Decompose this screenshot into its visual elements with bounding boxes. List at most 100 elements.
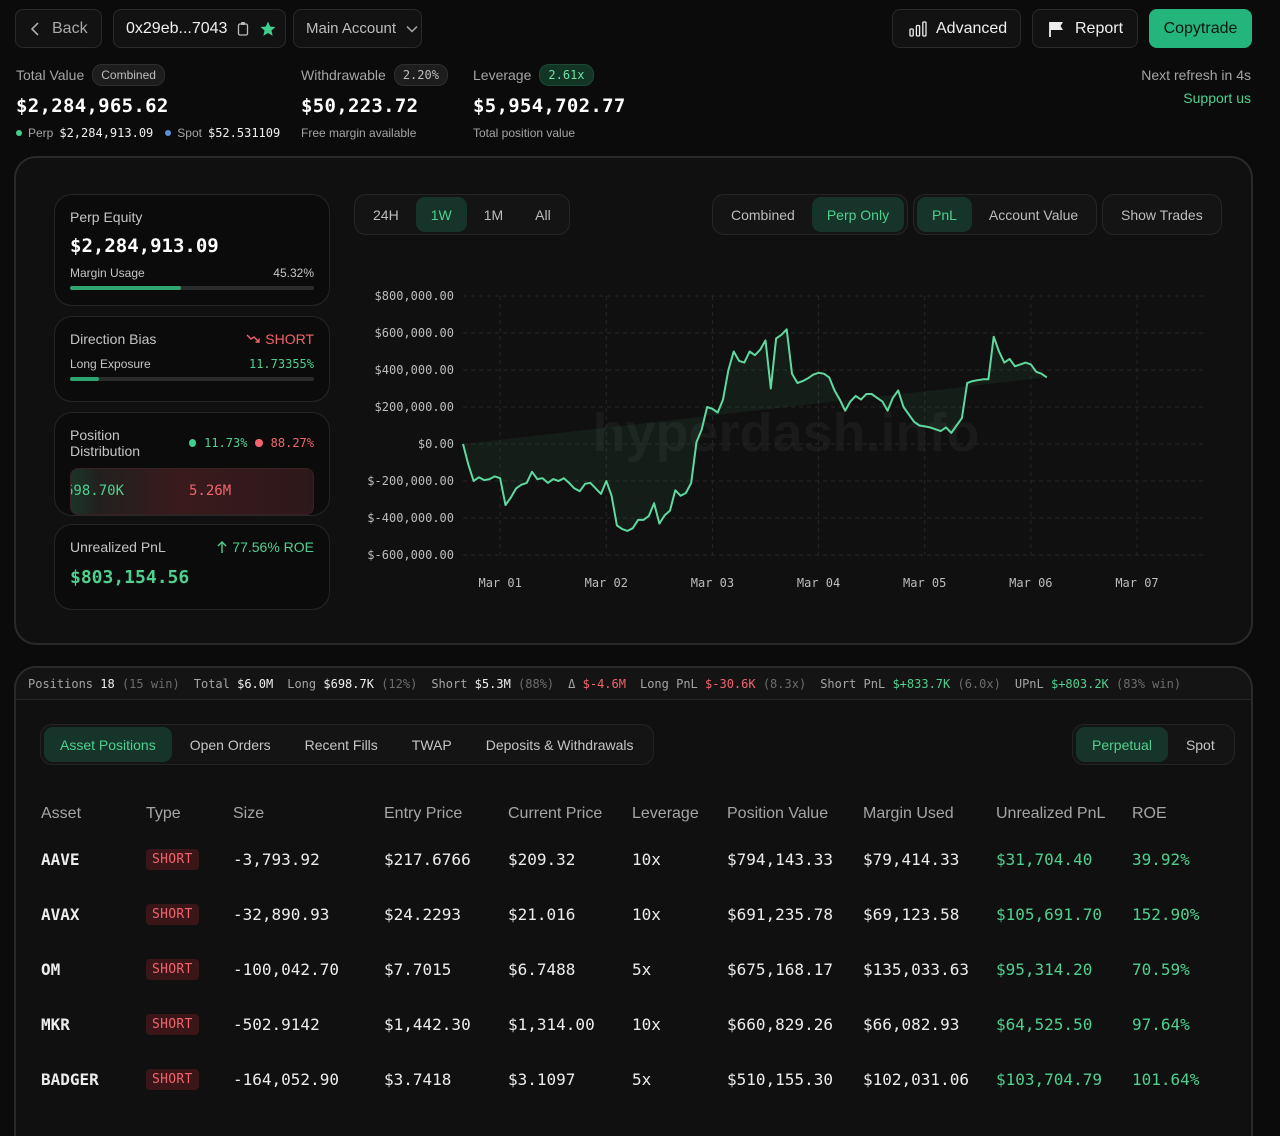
table-cell: $1,442.30 — [384, 1015, 471, 1034]
copy-icon[interactable] — [237, 21, 249, 36]
table-cell: $675,168.17 — [727, 960, 833, 979]
long-label: Long — [287, 676, 317, 691]
tab-twap[interactable]: TWAP — [396, 727, 468, 762]
x-tick-label: Mar 04 — [797, 576, 840, 590]
y-tick-label: $-400,000.00 — [367, 511, 454, 525]
column-header[interactable]: Leverage — [632, 796, 727, 832]
type-cell: SHORT — [146, 887, 233, 942]
column-header[interactable]: Asset — [41, 796, 146, 832]
table-cell: $69,123.58 — [863, 905, 960, 924]
table-row[interactable]: BADGER SHORT -164,052.90 $3.7418 $3.1097 5x $5… — [41, 1052, 1212, 1107]
table-row[interactable]: MKR SHORT -502.9142 $1,442.30 $1,314.00 10x $6… — [41, 997, 1212, 1052]
refresh-countdown: Next refresh in 4s — [1141, 67, 1251, 83]
table-cell: $3.7418 — [384, 1070, 452, 1089]
table-cell: 152.90% — [1132, 905, 1200, 924]
short-pnl-value: $+833.7K — [892, 676, 951, 691]
table-cell: $31,704.40 — [996, 850, 1093, 869]
combined-pill: Combined — [92, 64, 165, 86]
leverage-label: Leverage — [473, 67, 532, 83]
table-cell: 10x — [632, 850, 661, 869]
tab-asset-positions[interactable]: Asset Positions — [44, 727, 172, 762]
chevron-down-icon — [406, 25, 418, 33]
positions-stats-bar: Positions 18 (15 win) Total $6.0M Long $… — [16, 668, 1251, 700]
flag-icon — [1049, 21, 1063, 37]
table-cell: $217.6766 — [384, 850, 471, 869]
asset-cell: MKR — [41, 1015, 70, 1034]
table-cell: $1,314.00 — [508, 1015, 595, 1034]
long-value: $698.7K — [323, 676, 374, 691]
account-select[interactable]: Main Account — [293, 9, 422, 48]
y-tick-label: $-600,000.00 — [367, 548, 454, 562]
table-cell: $66,082.93 — [863, 1015, 960, 1034]
tab-perpetual[interactable]: Perpetual — [1076, 727, 1168, 762]
tab-recent-fills[interactable]: Recent Fills — [289, 727, 394, 762]
copytrade-label: Copytrade — [1163, 19, 1238, 37]
column-header[interactable]: Entry Price — [384, 796, 508, 832]
type-cell: SHORT — [146, 1052, 233, 1107]
withdrawable-stat: Withdrawable 2.20% $50,223.72 Free margin… — [301, 64, 448, 140]
tab-deposits-withdrawals[interactable]: Deposits & Withdrawals — [470, 727, 650, 762]
column-header[interactable]: Type — [146, 796, 233, 832]
table-row[interactable]: OM SHORT -100,042.70 $7.7015 $6.7488 5x $675,1… — [41, 942, 1212, 997]
back-button[interactable]: Back — [15, 9, 102, 48]
column-header[interactable]: Unrealized PnL — [996, 796, 1132, 832]
long-pnl-label: Long PnL — [639, 676, 698, 691]
table-row[interactable]: AAVE SHORT -3,793.92 $217.6766 $209.32 10x $79… — [41, 832, 1212, 887]
long-pnl-ratio: (8.3x) — [762, 676, 807, 691]
positions-count: 18 — [100, 676, 115, 691]
short-badge: SHORT — [146, 959, 199, 980]
table-cell: 97.64% — [1132, 1015, 1190, 1034]
x-tick-label: Mar 02 — [585, 576, 628, 590]
table-cell: 10x — [632, 905, 661, 924]
table-cell: $64,525.50 — [996, 1015, 1093, 1034]
column-header[interactable]: Margin Used — [863, 796, 996, 832]
table-cell: 70.59% — [1132, 960, 1190, 979]
positions-label: Positions — [28, 676, 94, 691]
positions-panel: Positions 18 (15 win) Total $6.0M Long $… — [14, 666, 1253, 1136]
column-header[interactable]: Current Price — [508, 796, 632, 832]
bar-chart-icon — [909, 20, 927, 37]
long-pnl-value: $-30.6K — [705, 676, 756, 691]
x-tick-label: Mar 07 — [1115, 576, 1158, 590]
tab-spot[interactable]: Spot — [1170, 727, 1231, 762]
short-badge: SHORT — [146, 904, 199, 925]
table-cell: 39.92% — [1132, 850, 1190, 869]
x-tick-label: Mar 05 — [903, 576, 946, 590]
delta-value: $-4.6M — [582, 676, 626, 691]
short-share: (88%) — [518, 676, 555, 691]
y-tick-label: $0.00 — [418, 437, 454, 451]
pnl-chart: hyperdash.info $800,000.00$600,000.00$40… — [367, 289, 1206, 590]
table-cell: $3.1097 — [508, 1070, 576, 1089]
support-link[interactable]: Support us — [1183, 90, 1251, 106]
x-tick-label: Mar 03 — [691, 576, 734, 590]
column-header[interactable]: Size — [233, 796, 384, 832]
table-row[interactable]: AVAX SHORT -32,890.93 $24.2293 $21.016 10x $69… — [41, 887, 1212, 942]
star-icon[interactable] — [259, 20, 277, 38]
advanced-label: Advanced — [936, 19, 1008, 37]
y-tick-label: $200,000.00 — [375, 400, 454, 414]
y-tick-label: $600,000.00 — [375, 326, 454, 340]
delta-symbol: Δ — [568, 676, 576, 691]
short-pnl-ratio: (6.0x) — [957, 676, 1001, 691]
column-header[interactable]: ROE — [1132, 796, 1212, 832]
chevron-left-icon — [30, 21, 39, 36]
table-cell: -3,793.92 — [233, 850, 320, 869]
short-badge: SHORT — [146, 1069, 199, 1090]
x-tick-label: Mar 01 — [478, 576, 521, 590]
advanced-button[interactable]: Advanced — [892, 9, 1021, 48]
column-header[interactable]: Position Value — [727, 796, 863, 832]
withdrawable-pill: 2.20% — [393, 64, 448, 86]
report-button[interactable]: Report — [1032, 9, 1138, 48]
table-cell: $103,704.79 — [996, 1070, 1102, 1089]
copytrade-button[interactable]: Copytrade — [1149, 9, 1252, 48]
tab-open-orders[interactable]: Open Orders — [174, 727, 287, 762]
short-badge: SHORT — [146, 1014, 199, 1035]
table-cell: $660,829.26 — [727, 1015, 833, 1034]
type-cell: SHORT — [146, 942, 233, 997]
wallet-address-chip[interactable]: 0x29eb...7043 — [113, 9, 286, 48]
table-cell: $95,314.20 — [996, 960, 1093, 979]
back-label: Back — [52, 19, 88, 37]
asset-cell: OM — [41, 960, 61, 979]
asset-cell: AVAX — [41, 905, 80, 924]
spot-value: $52.531109 — [207, 126, 281, 140]
